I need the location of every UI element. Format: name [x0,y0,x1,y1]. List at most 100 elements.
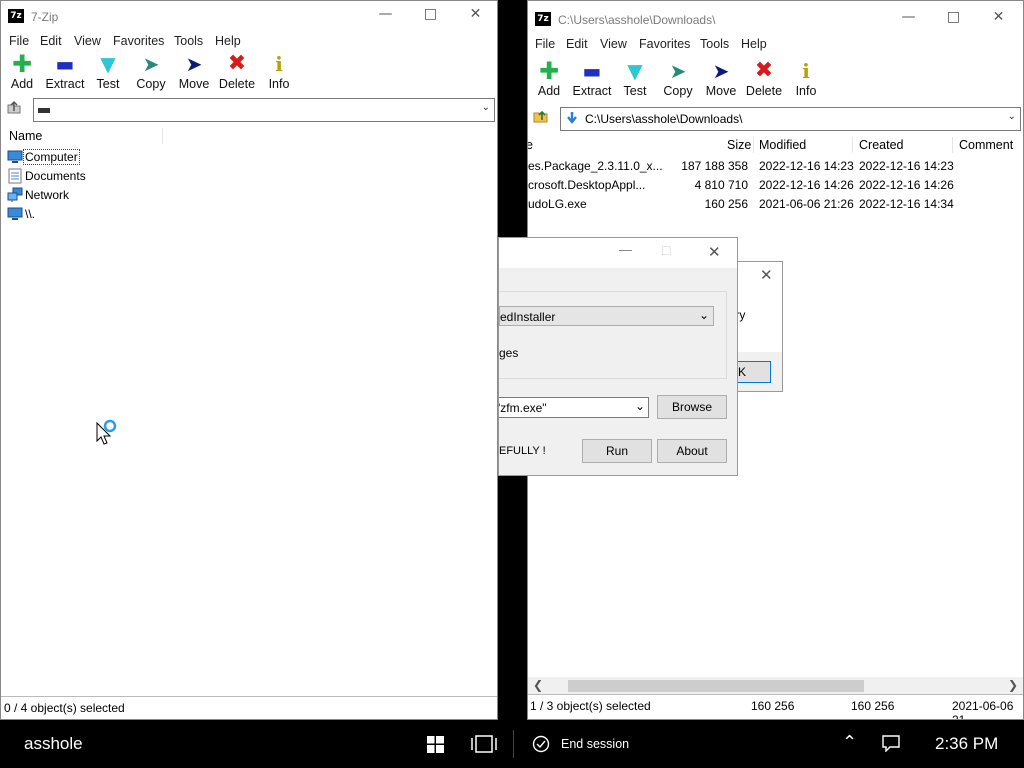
extract-button[interactable]: ▬ Extract [570,60,614,98]
status-date: 2021-06-06 21 [952,699,1014,720]
address-input[interactable]: ⌄ [33,98,495,122]
chevron-down-icon[interactable]: ⌄ [482,102,490,113]
check-circle-icon[interactable] [532,735,550,753]
list-item[interactable]: Computer [1,148,201,167]
extract-button[interactable]: ▬ Extract [43,53,87,91]
copy-button[interactable]: ➤ Copy [129,53,173,91]
menu-tools[interactable]: Tools [700,37,729,51]
info-button[interactable]: i Info [257,53,301,91]
list-item[interactable]: Network [1,186,201,205]
path-combobox[interactable]: 'zfm.exe" ⌄ [499,397,649,418]
chevron-down-icon[interactable]: ⌄ [1008,111,1016,122]
table-row[interactable]: es.Package_2.3.11.0_x... 187 188 358 202… [528,157,1023,176]
clock[interactable]: 2:36 PM [935,734,998,754]
list-header: Name [1,124,497,147]
check-arrow-icon: ▼ [627,59,643,83]
left-status-bar: 0 / 4 object(s) selected [1,696,497,719]
horizontal-scrollbar[interactable]: ❮ ❯ [528,677,1023,695]
option-text: ges [499,346,519,360]
scroll-left-icon[interactable]: ❮ [533,678,543,692]
task-view-icon[interactable] [471,735,497,753]
menu-edit[interactable]: Edit [566,37,588,51]
add-button[interactable]: ✚ Add [528,59,571,98]
column-name[interactable]: Name [9,129,42,143]
minimize-button[interactable]: — [619,242,632,257]
delete-button[interactable]: ✖ Delete [742,60,786,99]
column-comment[interactable]: Comment [959,138,1013,152]
close-button[interactable]: ✕ [976,4,1021,32]
column-divider[interactable] [162,128,163,144]
minus-icon: ▬ [582,59,602,83]
minimize-button[interactable]: — [886,4,931,32]
delete-button[interactable]: ✖ Delete [215,53,259,92]
maximize-button[interactable]: □ [662,242,670,258]
copy-button[interactable]: ➤ Copy [656,60,700,98]
7zip-app-icon: 7z [535,12,551,26]
end-session-label[interactable]: End session [561,737,629,751]
menu-favorites[interactable]: Favorites [639,37,690,51]
about-button[interactable]: About [657,439,727,463]
computer-icon [7,150,23,163]
column-name[interactable]: e [528,138,533,152]
column-modified[interactable]: Modified [759,138,806,152]
close-icon[interactable]: ✕ [760,266,773,284]
menu-favorites[interactable]: Favorites [113,34,164,48]
chevron-up-icon[interactable]: ⌃ [842,732,857,753]
minimize-button[interactable]: — [363,1,408,29]
scroll-right-icon[interactable]: ❯ [1008,678,1018,692]
move-button[interactable]: ➤ Move [699,60,743,98]
browse-button[interactable]: Browse [657,395,727,419]
maximize-button[interactable]: □ [408,1,453,29]
close-button[interactable]: ✕ [453,1,497,29]
installer-select[interactable]: edInstaller ⌄ [499,306,714,326]
move-button[interactable]: ➤ Move [172,53,216,91]
menu-file[interactable]: File [535,37,555,51]
right-toolbar: ✚ Add ▬ Extract ▼ Test ➤ Copy ➤ Move ✖ Delete … [528,58,1023,104]
menu-tools[interactable]: Tools [174,34,203,48]
computer-icon [7,207,23,220]
add-button[interactable]: ✚ Add [1,52,44,91]
address-input[interactable]: C:\Users\asshole\Downloads\ ⌄ [560,107,1021,131]
left-toolbar: ✚ Add ▬ Extract ▼ Test ➤ Copy ➤ Move ✖ Delete … [1,51,497,97]
close-button[interactable]: ✕ [708,243,721,261]
options-groupbox [499,291,727,379]
maximize-button[interactable]: □ [931,4,976,32]
folder-up-icon[interactable] [3,99,25,121]
menu-file[interactable]: File [9,34,29,48]
left-title-bar[interactable]: 7z 7-Zip — □ ✕ [1,1,497,31]
column-created[interactable]: Created [859,138,903,152]
list-item[interactable]: \\. [1,205,201,224]
documents-icon [8,168,22,184]
column-size[interactable]: Size [727,138,751,152]
dialog-title-bar[interactable]: — □ ✕ [499,238,737,268]
menu-help[interactable]: Help [741,37,767,51]
status-size: 160 256 [751,699,795,713]
table-row[interactable]: udoLG.exe 160 256 2021-06-06 21:26 2022-… [528,195,1023,214]
menu-edit[interactable]: Edit [40,34,62,48]
folder-up-icon[interactable] [530,108,552,130]
column-divider[interactable] [753,137,754,153]
right-status-bar: 1 / 3 object(s) selected 160 256 160 256… [528,694,1023,719]
test-button[interactable]: ▼ Test [86,53,130,91]
info-icon: i [275,52,283,76]
table-row[interactable]: crosoft.DesktopAppl... 4 810 710 2022-12… [528,176,1023,195]
menu-view[interactable]: View [74,34,101,48]
chevron-down-icon[interactable]: ⌄ [635,399,645,413]
column-divider[interactable] [952,137,953,153]
busy-cursor-icon [96,419,117,445]
list-item[interactable]: Documents [1,167,201,186]
right-title-bar[interactable]: 7z C:\Users\asshole\Downloads\ — □ ✕ [528,1,1023,33]
scrollbar-thumb[interactable] [568,680,864,692]
test-button[interactable]: ▼ Test [613,60,657,98]
double-arrow-icon: ➤ [142,52,160,76]
status-packed-size: 160 256 [851,699,895,713]
menu-help[interactable]: Help [215,34,241,48]
windows-start-icon[interactable] [427,736,444,753]
info-button[interactable]: i Info [784,60,828,98]
notification-icon[interactable] [882,735,900,752]
selection-status: 1 / 3 object(s) selected [530,699,651,713]
run-button[interactable]: Run [582,439,652,463]
menu-view[interactable]: View [600,37,627,51]
taskbar: asshole End session ⌃ 2:36 PM [0,720,1024,768]
column-divider[interactable] [852,137,853,153]
